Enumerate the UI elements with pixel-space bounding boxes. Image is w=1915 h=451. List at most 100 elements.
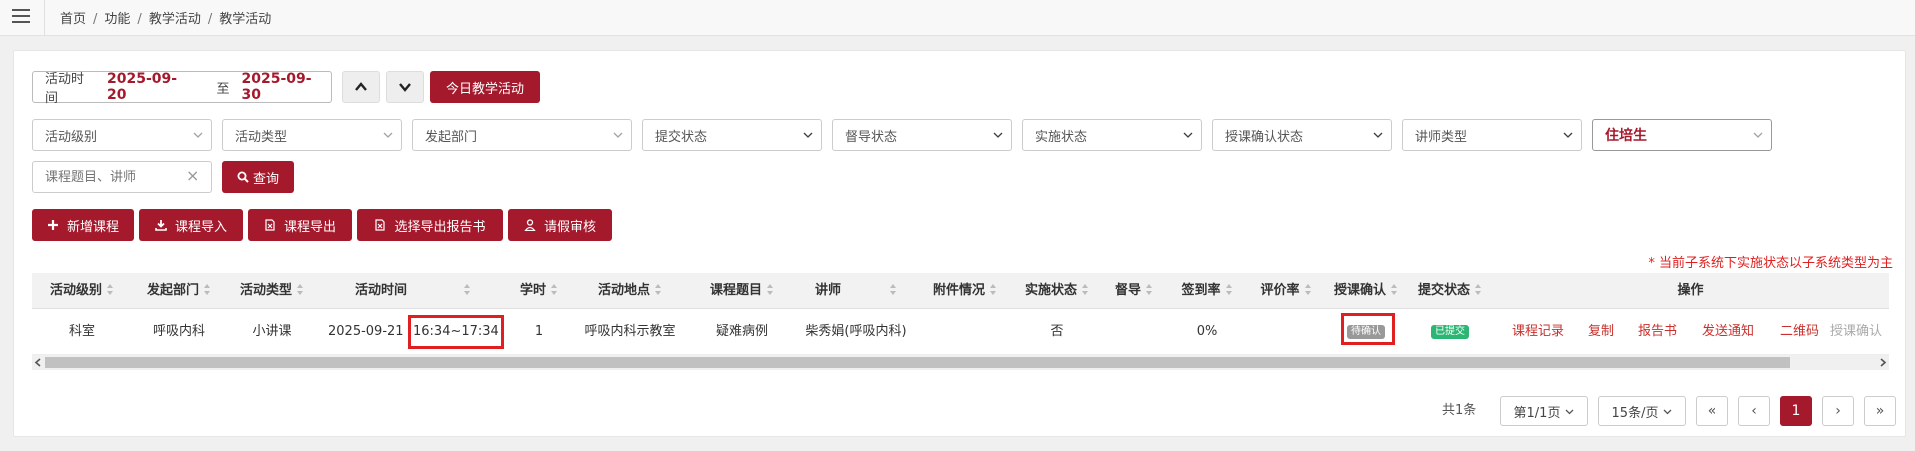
filter-supervision-status[interactable]: 督导状态: [832, 119, 1012, 151]
horizontal-scrollbar[interactable]: [32, 355, 1889, 370]
hamburger-menu-icon[interactable]: [12, 9, 30, 23]
filter-resident-trainee[interactable]: 住培生: [1592, 119, 1772, 151]
leave-review-button[interactable]: 请假审核: [508, 209, 612, 241]
sort-icon: [1304, 284, 1312, 295]
col-hours[interactable]: 学时: [508, 273, 570, 309]
date-start[interactable]: 2025-09-20: [107, 71, 197, 103]
chevron-down-icon: [1753, 132, 1763, 138]
chevron-down-icon: [193, 132, 203, 138]
export-report-label: 选择导出报告书: [394, 219, 486, 235]
op-qrcode-link[interactable]: 二维码: [1780, 309, 1819, 355]
filter-submit-status[interactable]: 提交状态: [642, 119, 822, 151]
scrollbar-thumb[interactable]: [45, 357, 1790, 368]
search-button-label: 查询: [252, 171, 279, 187]
clear-search-icon[interactable]: ×: [186, 166, 199, 185]
chevron-down-icon: [1183, 132, 1193, 138]
sort-icon: [107, 284, 114, 295]
filter-submit-status-label: 提交状态: [655, 129, 708, 145]
sort-icon: [655, 284, 662, 295]
import-course-label: 课程导入: [174, 219, 227, 235]
scroll-right-icon[interactable]: [1877, 357, 1888, 368]
breadcrumb-teaching-activity[interactable]: 教学活动: [149, 12, 201, 27]
col-implementation[interactable]: 实施状态: [1012, 273, 1102, 309]
next-range-button[interactable]: [386, 71, 424, 103]
filter-lecturer-type-label: 讲师类型: [1415, 129, 1468, 145]
col-activity-level[interactable]: 活动级别: [32, 273, 132, 309]
col-submit-status[interactable]: 提交状态: [1408, 273, 1492, 309]
filter-supervision-status-label: 督导状态: [845, 129, 898, 145]
first-page-button[interactable]: «: [1696, 396, 1728, 426]
date-range-label: 活动时间: [45, 72, 85, 106]
chevron-down-icon: [803, 132, 813, 138]
op-course-record-link[interactable]: 课程记录: [1512, 309, 1564, 355]
user-icon: [524, 219, 536, 231]
col-attachment[interactable]: 附件情况: [918, 273, 1012, 309]
col-lecture-confirm[interactable]: 授课确认: [1324, 273, 1408, 309]
col-signin-rate[interactable]: 签到率: [1166, 273, 1248, 309]
date-separator: 至: [216, 81, 230, 97]
chevron-down-icon: [1566, 409, 1574, 414]
chevron-down-icon: [383, 132, 393, 138]
import-course-button[interactable]: 课程导入: [139, 209, 243, 241]
breadcrumb-home[interactable]: 首页: [60, 12, 86, 27]
cell-eval-rate: [1248, 309, 1324, 355]
scroll-left-icon[interactable]: [33, 357, 44, 368]
col-topic[interactable]: 课程题目: [690, 273, 794, 309]
prev-page-button[interactable]: ‹: [1738, 396, 1770, 426]
chevron-down-icon: [1664, 409, 1672, 414]
cell-lecturer: 柴秀娟(呼吸内科): [805, 324, 907, 339]
export-report-button[interactable]: 选择导出报告书: [357, 209, 503, 241]
col-location[interactable]: 活动地点: [570, 273, 690, 309]
add-course-button[interactable]: 新增课程: [32, 209, 134, 241]
chevron-down-icon: [399, 83, 411, 92]
current-page-button[interactable]: 1: [1780, 396, 1812, 426]
filter-activity-type[interactable]: 活动类型: [222, 119, 402, 151]
breadcrumb: 首页 / 功能 / 教学活动 / 教学活动: [60, 12, 272, 27]
table-row[interactable]: 科室 呼吸内科 小讲课 2025-09-21 16:34~17:34 1 呼吸内…: [32, 309, 1889, 355]
filter-activity-level[interactable]: 活动级别: [32, 119, 212, 151]
sort-icon: [1146, 284, 1153, 295]
filter-activity-type-label: 活动类型: [235, 129, 288, 145]
col-supervision[interactable]: 督导: [1102, 273, 1166, 309]
filter-lecture-confirm-status-label: 授课确认状态: [1225, 129, 1304, 145]
page-size-select[interactable]: 15条/页: [1598, 396, 1686, 426]
add-course-label: 新增课程: [66, 219, 119, 235]
op-report-link[interactable]: 报告书: [1638, 309, 1677, 355]
filter-lecture-confirm-status[interactable]: 授课确认状态: [1212, 119, 1392, 151]
today-activity-button[interactable]: 今日教学活动: [430, 71, 540, 103]
breadcrumb-function[interactable]: 功能: [104, 12, 130, 27]
sort-icon: [990, 284, 997, 295]
filter-resident-trainee-label: 住培生: [1605, 128, 1647, 144]
op-send-notice-link[interactable]: 发送通知: [1702, 309, 1754, 355]
filter-implementation-status[interactable]: 实施状态: [1022, 119, 1202, 151]
chevron-up-icon: [355, 82, 367, 91]
filter-lecturer-type[interactable]: 讲师类型: [1402, 119, 1582, 151]
col-activity-time[interactable]: 活动时间: [318, 273, 508, 309]
filter-activity-level-label: 活动级别: [45, 129, 98, 145]
prev-range-button[interactable]: [342, 71, 380, 103]
search-button[interactable]: 查询: [222, 161, 294, 193]
col-activity-type[interactable]: 活动类型: [226, 273, 318, 309]
sort-icon: [767, 284, 774, 295]
date-range-picker[interactable]: 活动时间 2025-09-20 至 2025-09-30: [32, 71, 332, 106]
filter-implementation-status-label: 实施状态: [1035, 129, 1088, 145]
filter-department[interactable]: 发起部门: [412, 119, 632, 151]
op-copy-link[interactable]: 复制: [1588, 309, 1614, 355]
page-select[interactable]: 第1/1页: [1500, 396, 1588, 426]
sort-icon: [1082, 284, 1089, 295]
col-department[interactable]: 发起部门: [132, 273, 226, 309]
last-page-button[interactable]: »: [1864, 396, 1896, 426]
col-lecturer[interactable]: 讲师: [794, 273, 918, 309]
cell-submit-status: 已提交: [1408, 309, 1492, 355]
next-page-button[interactable]: ›: [1822, 396, 1854, 426]
sort-icon: [890, 284, 897, 295]
col-eval-rate[interactable]: 评价率: [1248, 273, 1324, 309]
divider: [44, 0, 45, 36]
search-input[interactable]: [32, 161, 212, 193]
submit-status-badge: 已提交: [1431, 324, 1469, 339]
export-course-button[interactable]: 课程导出: [248, 209, 352, 241]
cell-activity-date: 2025-09-21: [328, 324, 404, 339]
cell-hours: 1: [534, 324, 544, 339]
date-end[interactable]: 2025-09-30: [242, 71, 332, 103]
excel-file-icon: [375, 219, 386, 231]
